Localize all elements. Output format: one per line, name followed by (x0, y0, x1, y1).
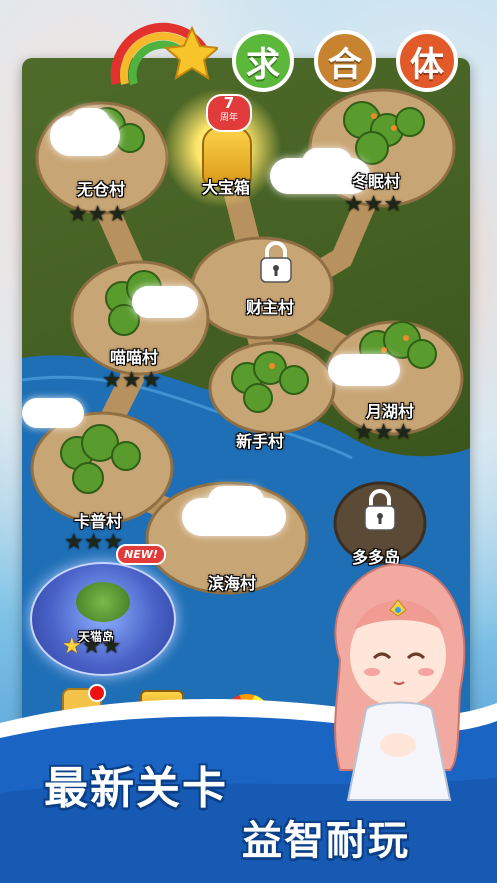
princess-character (310, 560, 480, 810)
star-icon: ★ (87, 202, 108, 227)
star-icon: ★ (107, 202, 128, 227)
village-label-binhai[interactable]: 滨海村 (208, 570, 256, 594)
village-label-dabaoxiang[interactable]: 大宝箱 (202, 174, 250, 198)
star-icon: ★ (141, 368, 162, 393)
village-label-caizhu[interactable]: 财主村 (246, 294, 294, 318)
title-char-1: 求 (232, 30, 294, 92)
star-icon: ★ (102, 368, 122, 393)
anniversary-number: 7 (223, 94, 235, 112)
cloud (302, 148, 352, 178)
star-icon: ★ (101, 634, 122, 659)
village-stars-yuehu: ★★★ (354, 422, 413, 444)
star-icon: ★ (383, 192, 404, 217)
village-label-dongmian[interactable]: 冬眠村 (352, 168, 400, 192)
cloud (22, 398, 84, 428)
star-icon: ★ (62, 634, 82, 659)
cloud (132, 286, 198, 318)
star-icon: ★ (344, 192, 364, 217)
star-icon: ★ (64, 530, 84, 555)
star-icon: ★ (363, 192, 384, 217)
star-icon: ★ (373, 420, 394, 445)
lock-icon (258, 240, 294, 288)
star-icon: ★ (83, 530, 104, 555)
cloud (208, 486, 264, 516)
village-label-wucang[interactable]: 无仓村 (77, 176, 125, 200)
island-trees-icon (76, 582, 130, 622)
anniversary-badge: 7 周年 (206, 94, 252, 132)
lock-icon (362, 488, 398, 536)
village-stars-tianmaodao: ★★★ (62, 636, 121, 658)
village-label-miaomiao[interactable]: 喵喵村 (110, 344, 158, 368)
star-icon: ★ (393, 420, 414, 445)
village-label-kapu[interactable]: 卡普村 (74, 508, 122, 532)
promo-line-2: 益智耐玩 (242, 818, 410, 864)
village-label-yuehu[interactable]: 月湖村 (366, 398, 414, 422)
village-label-xinshou[interactable]: 新手村 (236, 428, 284, 452)
star-icon: ★ (68, 202, 88, 227)
star-icon: ★ (354, 420, 374, 445)
title-char-3: 体 (396, 30, 458, 92)
rainbow-logo-icon (108, 22, 221, 96)
village-stars-kapu: ★★★ (64, 532, 123, 554)
village-stars-miaomiao: ★★★ (102, 370, 161, 392)
new-badge: NEW! (116, 544, 166, 565)
cloud (328, 354, 400, 386)
title-char-2: 合 (314, 30, 376, 92)
anniversary-text: 周年 (219, 113, 238, 123)
cloud (70, 108, 110, 138)
village-stars-wucang: ★★★ (68, 204, 127, 226)
promo-line-1: 最新关卡 (44, 763, 228, 814)
village-stars-dongmian: ★★★ (344, 194, 403, 216)
star-icon: ★ (81, 634, 102, 659)
star-icon: ★ (121, 368, 142, 393)
